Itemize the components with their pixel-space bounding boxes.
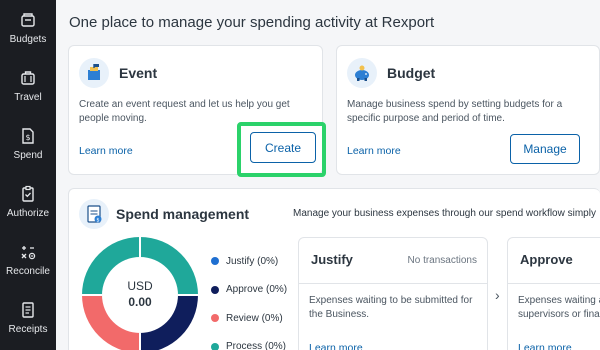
travel-icon	[18, 68, 38, 88]
sidebar-item-label: Reconcile	[6, 266, 50, 277]
event-icon	[79, 58, 109, 88]
spend-management-icon: $	[79, 199, 109, 229]
sidebar-item-label: Receipts	[8, 324, 48, 335]
receipts-icon	[18, 300, 38, 320]
main-content: One place to manage your spending activi…	[56, 0, 600, 350]
budget-description: Manage business spend by setting budgets…	[347, 98, 562, 126]
page-title: One place to manage your spending activi…	[69, 14, 435, 31]
spend-management-description: Manage your business expenses through ou…	[293, 208, 596, 219]
budget-description-line: Manage business spend by setting budgets…	[347, 99, 563, 110]
sidebar-item-budgets[interactable]: Budgets	[0, 0, 56, 56]
budget-card-header: Budget	[347, 58, 435, 88]
legend-dot	[211, 257, 219, 266]
chevron-right-icon[interactable]: ›	[495, 287, 500, 303]
legend-dot	[211, 342, 219, 350]
approve-description: Expenses waiting a supervisors or fina	[518, 294, 600, 322]
justify-learn-more-link[interactable]: Learn more	[309, 342, 363, 350]
budget-title: Budget	[387, 65, 436, 81]
legend-item-review: Review (0%)	[211, 304, 287, 333]
divider	[508, 283, 600, 284]
spend-management-title: Spend management	[116, 206, 250, 222]
approve-card[interactable]: Approve Expenses waiting a supervisors o…	[507, 237, 600, 350]
manage-button[interactable]: Manage	[510, 134, 580, 164]
sidebar-item-receipts[interactable]: Receipts	[0, 290, 56, 346]
sidebar-item-label: Spend	[13, 150, 43, 161]
budget-learn-more-link[interactable]: Learn more	[347, 145, 401, 157]
legend-item-justify: Justify (0%)	[211, 247, 287, 276]
budgets-icon	[18, 10, 38, 30]
justify-description-line: the Business.	[309, 309, 370, 320]
legend-dot	[211, 285, 219, 294]
spend-management-card: $ Spend management Manage your business …	[68, 188, 600, 350]
reconcile-icon	[18, 242, 38, 262]
donut-currency: USD	[127, 279, 153, 293]
svg-text:$: $	[25, 133, 30, 142]
sidebar-item-reconcile[interactable]: Reconcile	[0, 232, 56, 288]
legend-item-process: Process (0%)	[211, 333, 287, 350]
legend-item-approve: Approve (0%)	[211, 276, 287, 305]
sidebar-item-label: Travel	[14, 92, 42, 103]
svg-text:$: $	[96, 217, 99, 223]
piggy-bank-icon	[347, 58, 377, 88]
legend-dot	[211, 314, 219, 323]
justify-card[interactable]: Justify No transactions Expenses waiting…	[298, 237, 488, 350]
sidebar: Budgets Travel $ Spend Authorize Reconci…	[0, 0, 56, 350]
event-learn-more-link[interactable]: Learn more	[79, 145, 133, 157]
event-description-line: Create an event request and let us help …	[79, 99, 290, 110]
event-card-header: Event	[79, 58, 157, 88]
approve-description-line: supervisors or fina	[518, 309, 600, 320]
legend-label: Approve (0%)	[226, 284, 288, 296]
justify-description-line: Expenses waiting to be submitted for	[309, 295, 473, 306]
legend-label: Justify (0%)	[226, 255, 279, 267]
sidebar-item-label: Budgets	[9, 34, 47, 45]
approve-learn-more-link[interactable]: Learn more	[518, 342, 572, 350]
sidebar-item-travel[interactable]: Travel	[0, 58, 56, 114]
justify-title: Justify	[311, 252, 353, 267]
legend-label: Process (0%)	[226, 341, 287, 350]
donut-amount: 0.00	[128, 295, 152, 309]
justify-transaction-count: No transactions	[407, 255, 477, 266]
spend-donut-chart: USD 0.00	[82, 237, 198, 350]
donut-legend: Justify (0%) Approve (0%) Review (0%) Pr…	[211, 247, 287, 350]
budget-description-line: specific purpose and period of time.	[347, 113, 505, 124]
sidebar-item-label: Authorize	[6, 208, 50, 219]
budget-card: Budget Manage business spend by setting …	[336, 45, 600, 175]
authorize-icon	[18, 184, 38, 204]
justify-description: Expenses waiting to be submitted for the…	[309, 294, 472, 322]
sidebar-item-spend[interactable]: $ Spend	[0, 116, 56, 172]
create-button-highlight	[237, 122, 326, 177]
approve-title: Approve	[520, 252, 573, 267]
approve-description-line: Expenses waiting a	[518, 295, 600, 306]
legend-label: Review (0%)	[226, 312, 283, 324]
event-title: Event	[119, 65, 158, 81]
spend-icon: $	[18, 126, 38, 146]
divider	[299, 283, 487, 284]
sidebar-item-authorize[interactable]: Authorize	[0, 174, 56, 230]
